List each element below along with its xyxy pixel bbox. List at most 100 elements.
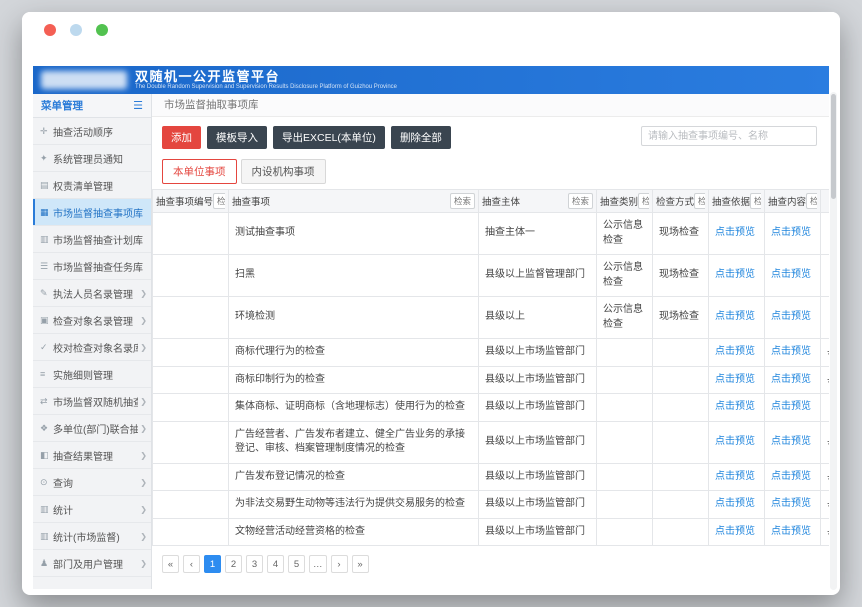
basis-preview-link[interactable]: 点击预览 xyxy=(715,471,755,482)
sidebar-item[interactable]: ♟部门及用户管理❯ xyxy=(33,550,151,577)
sidebar-item[interactable]: ▥统计(市场监督)❯ xyxy=(33,523,151,550)
cell-content: 点击预览 xyxy=(765,394,821,422)
random-check-icon: ⇄ xyxy=(40,396,53,407)
items-table-wrap: 抽查事项编号检索抽查事项检索抽查主体检索抽查类别检索检查方式检索抽查依据检索抽查… xyxy=(152,189,829,546)
sidebar-item[interactable]: ✎执法人员名录管理❯ xyxy=(33,280,151,307)
table-row: 集体商标、证明商标（含地理标志）使用行为的检查县级以上市场监管部门点击预览点击预… xyxy=(153,394,830,422)
item-library-icon: ▦ xyxy=(40,207,53,218)
close-button[interactable] xyxy=(44,24,56,36)
content-preview-link[interactable]: 点击预览 xyxy=(771,227,811,238)
column-search-button[interactable]: 检索 xyxy=(694,193,705,209)
sidebar-item[interactable]: ☰市场监督抽查任务库 xyxy=(33,253,151,280)
stats-icon: ▥ xyxy=(40,504,53,515)
tab-own-unit[interactable]: 本单位事项 xyxy=(162,159,237,184)
cell-code xyxy=(153,255,229,297)
minimize-button[interactable] xyxy=(70,24,82,36)
users-icon: ♟ xyxy=(40,558,53,569)
page-button-5[interactable]: 5 xyxy=(288,555,305,573)
cell-category: 公示信息检查 xyxy=(597,213,653,255)
cell-item: 广告经营者、广告发布者建立、健全广告业务的承接登记、审核、档案管理制度情况的检查 xyxy=(229,421,479,463)
cell-code xyxy=(153,339,229,367)
cell-basis: 点击预览 xyxy=(709,421,765,463)
content-preview-link[interactable]: 点击预览 xyxy=(771,436,811,447)
basis-preview-link[interactable]: 点击预览 xyxy=(715,526,755,537)
page-button-4[interactable]: 4 xyxy=(267,555,284,573)
sidebar-item[interactable]: ✦系统管理员通知 xyxy=(33,145,151,172)
export-excel-button[interactable]: 导出EXCEL(本单位) xyxy=(273,126,385,149)
basis-preview-link[interactable]: 点击预览 xyxy=(715,346,755,357)
sidebar-item[interactable]: ▥统计❯ xyxy=(33,496,151,523)
sidebar-item[interactable]: ✛抽查活动顺序 xyxy=(33,118,151,145)
column-label: 抽查事项 xyxy=(232,194,270,208)
next-page-button[interactable]: › xyxy=(331,555,348,573)
cell-category xyxy=(597,394,653,422)
verify-roster-icon: ✓ xyxy=(40,342,53,353)
sidebar-item[interactable]: ⊙查询❯ xyxy=(33,469,151,496)
basis-preview-link[interactable]: 点击预览 xyxy=(715,227,755,238)
cell-subject: 县级以上监督管理部门 xyxy=(479,255,597,297)
sidebar-item[interactable]: ▤权责清单管理 xyxy=(33,172,151,199)
content-preview-link[interactable]: 点击预览 xyxy=(771,269,811,280)
content-preview-link[interactable]: 点击预览 xyxy=(771,346,811,357)
cell-content: 点击预览 xyxy=(765,297,821,339)
column-search-button[interactable]: 检索 xyxy=(638,193,649,209)
basis-preview-link[interactable]: 点击预览 xyxy=(715,498,755,509)
delete-all-button[interactable]: 删除全部 xyxy=(391,126,451,149)
column-search-button[interactable]: 检索 xyxy=(450,193,475,209)
sidebar-item[interactable]: ⇄市场监督双随机抽查❯ xyxy=(33,388,151,415)
prev-page-button[interactable]: ‹ xyxy=(183,555,200,573)
content-preview-link[interactable]: 点击预览 xyxy=(771,401,811,412)
chevron-right-icon: ❯ xyxy=(140,451,147,460)
menu-collapse-icon[interactable]: ☰ xyxy=(133,99,143,112)
sidebar-item[interactable]: ≡实施细则管理 xyxy=(33,361,151,388)
maximize-button[interactable] xyxy=(96,24,108,36)
platform-logo xyxy=(41,71,127,89)
search-input[interactable] xyxy=(641,126,817,146)
column-search-button[interactable]: 检索 xyxy=(806,193,817,209)
sidebar-item[interactable]: ▦市场监督抽查事项库 xyxy=(33,199,151,226)
content-preview-link[interactable]: 点击预览 xyxy=(771,311,811,322)
content-preview-link[interactable]: 点击预览 xyxy=(771,498,811,509)
page-button-…[interactable]: … xyxy=(309,555,327,573)
cell-method: 现场检查 xyxy=(653,297,709,339)
task-library-icon: ☰ xyxy=(40,261,53,272)
page-button-2[interactable]: 2 xyxy=(225,555,242,573)
table-header-row: 抽查事项编号检索抽查事项检索抽查主体检索抽查类别检索检查方式检索抽查依据检索抽查… xyxy=(153,190,830,213)
add-button[interactable]: 添加 xyxy=(162,126,201,149)
column-search-button[interactable]: 检索 xyxy=(213,193,225,209)
cell-item: 商标印制行为的检查 xyxy=(229,366,479,394)
page-button-1[interactable]: 1 xyxy=(204,555,221,573)
template-import-button[interactable]: 模板导入 xyxy=(207,126,267,149)
last-page-button[interactable]: » xyxy=(352,555,369,573)
sidebar-item[interactable]: ❖多单位(部门)联合抽查❯ xyxy=(33,415,151,442)
joint-check-icon: ❖ xyxy=(40,423,53,434)
cell-category: 公示信息检查 xyxy=(597,297,653,339)
first-page-button[interactable]: « xyxy=(162,555,179,573)
cell-method xyxy=(653,339,709,367)
basis-preview-link[interactable]: 点击预览 xyxy=(715,401,755,412)
sidebar-item-label: 执法人员名录管理 xyxy=(53,286,138,301)
content-preview-link[interactable]: 点击预览 xyxy=(771,471,811,482)
basis-preview-link[interactable]: 点击预览 xyxy=(715,269,755,280)
sidebar-item-label: 市场监督抽查事项库 xyxy=(53,205,147,220)
browser-window: 双随机一公开监管平台 The Double Random Supervision… xyxy=(22,12,840,595)
vertical-scrollbar[interactable] xyxy=(830,92,837,590)
basis-preview-link[interactable]: 点击预览 xyxy=(715,436,755,447)
content-preview-link[interactable]: 点击预览 xyxy=(771,374,811,385)
basis-preview-link[interactable]: 点击预览 xyxy=(715,311,755,322)
sidebar-item-label: 校对检查对象名录库 xyxy=(53,340,138,355)
content-preview-link[interactable]: 点击预览 xyxy=(771,526,811,537)
chevron-right-icon: ❯ xyxy=(140,505,147,514)
sidebar-item[interactable]: ▥市场监督抽查计划库 xyxy=(33,226,151,253)
sidebar-item[interactable]: ▣检查对象名录管理❯ xyxy=(33,307,151,334)
column-search-button[interactable]: 检索 xyxy=(568,193,593,209)
page-button-3[interactable]: 3 xyxy=(246,555,263,573)
scrollbar-thumb[interactable] xyxy=(831,94,836,199)
column-search-button[interactable]: 检索 xyxy=(750,193,761,209)
window-controls xyxy=(44,24,108,36)
cell-method xyxy=(653,463,709,491)
sidebar-item[interactable]: ◧抽查结果管理❯ xyxy=(33,442,151,469)
tab-internal-org[interactable]: 内设机构事项 xyxy=(241,159,326,184)
sidebar-item[interactable]: ✓校对检查对象名录库❯ xyxy=(33,334,151,361)
basis-preview-link[interactable]: 点击预览 xyxy=(715,374,755,385)
